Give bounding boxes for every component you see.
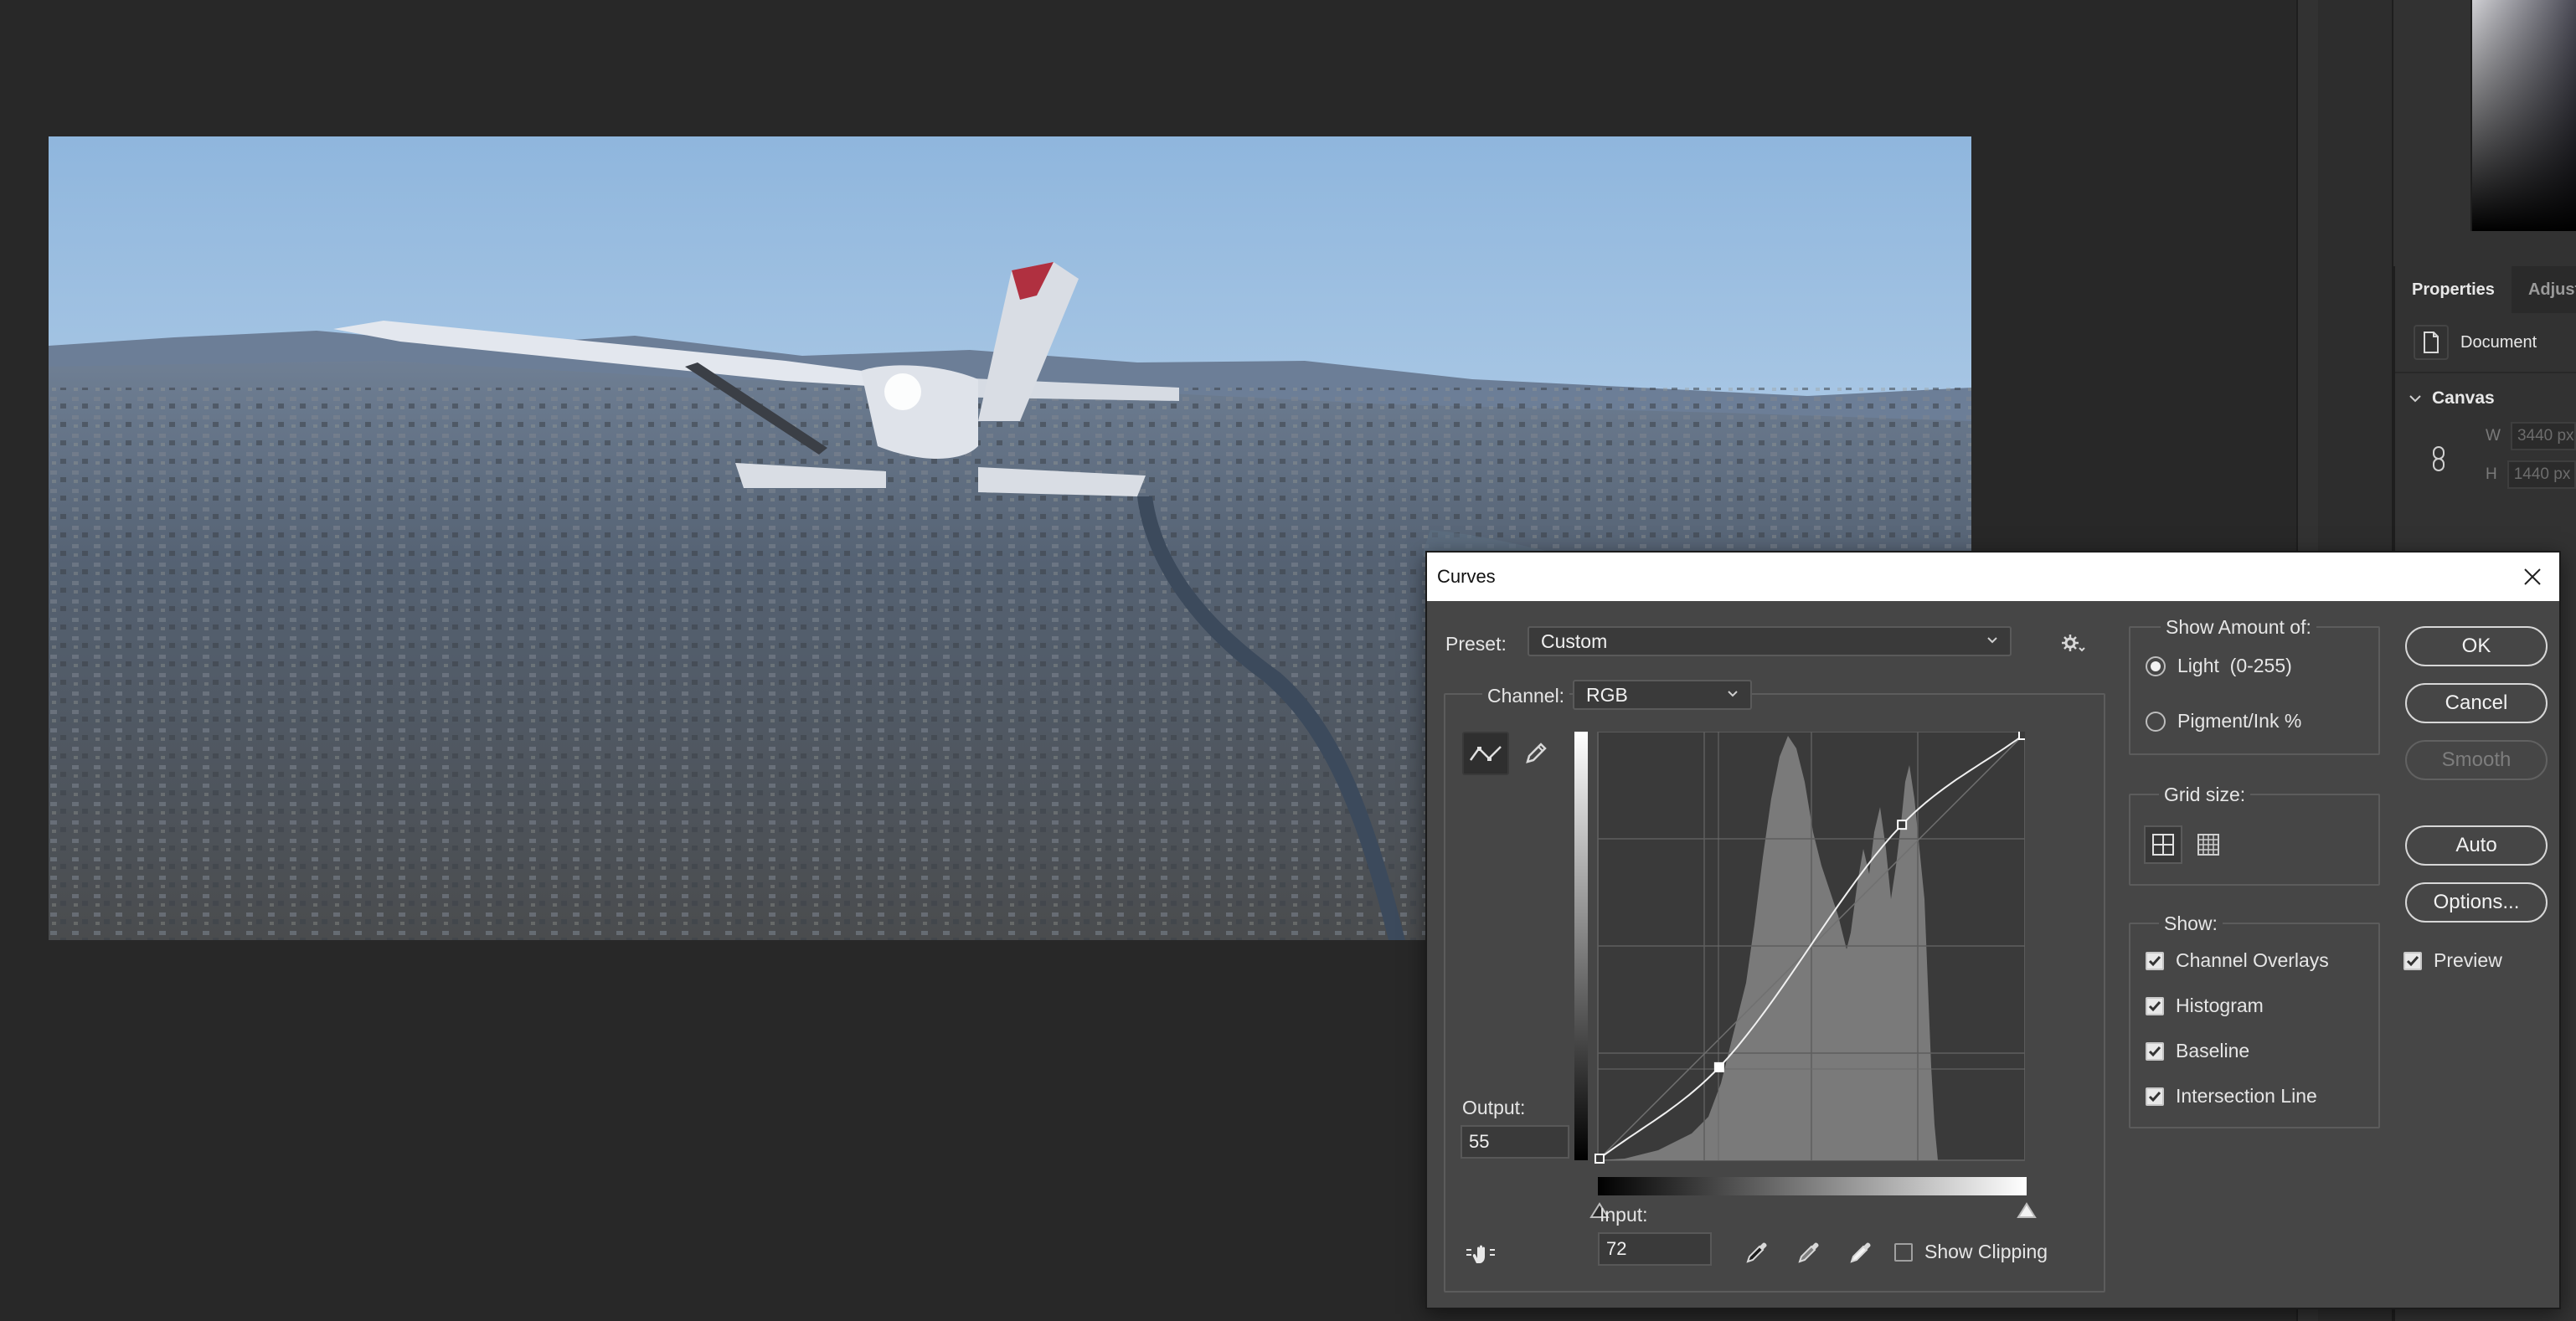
- hand-drag-icon: [1466, 1245, 1495, 1263]
- link-icon[interactable]: [2430, 445, 2447, 476]
- width-row: W 3440 px: [2395, 417, 2576, 455]
- gear-icon: [2062, 635, 2085, 652]
- close-icon: [2524, 568, 2541, 585]
- baseline-label: Baseline: [2176, 1040, 2250, 1061]
- channel-overlays-box[interactable]: [2146, 951, 2164, 970]
- close-button[interactable]: [2516, 560, 2549, 594]
- preset-label: Preset:: [1445, 633, 1507, 655]
- curve-tool-icon: [1469, 746, 1502, 761]
- channel-dropdown[interactable]: RGB: [1573, 680, 1752, 710]
- eyedropper-white-icon: [1850, 1242, 1871, 1263]
- height-input[interactable]: 1440 px: [2506, 460, 2576, 489]
- output-label: Output:: [1462, 1097, 1526, 1118]
- tab-properties[interactable]: Properties: [2395, 266, 2512, 313]
- cancel-button[interactable]: Cancel: [2405, 683, 2548, 723]
- height-row: H 1440 px: [2395, 455, 2576, 494]
- histogram-checkbox[interactable]: Histogram: [2146, 995, 2264, 1017]
- show-amount-group: [2129, 626, 2380, 755]
- auto-button[interactable]: Auto: [2405, 825, 2548, 866]
- document-row: Document: [2395, 313, 2576, 373]
- curve-control-point[interactable]: [1595, 1154, 1605, 1164]
- output-field[interactable]: 55: [1461, 1125, 1569, 1159]
- preview-checkbox[interactable]: Preview: [2403, 949, 2502, 972]
- options-button[interactable]: Options...: [2405, 882, 2548, 923]
- curve-control-point[interactable]: [2018, 732, 2025, 740]
- canvas-section-label: Canvas: [2432, 388, 2495, 408]
- output-gradient-bar: [1574, 732, 1588, 1160]
- white-point-eyedropper[interactable]: [1844, 1236, 1878, 1269]
- pigment-radio-label: Pigment/Ink %: [2177, 710, 2302, 732]
- canvas-section-header[interactable]: Canvas: [2395, 373, 2576, 417]
- white-point-slider[interactable]: [2017, 1202, 2037, 1219]
- document-label: Document: [2460, 332, 2537, 352]
- pencil-tool-button[interactable]: [1516, 732, 1556, 775]
- show-clipping-label: Show Clipping: [1924, 1241, 2048, 1262]
- dialog-titlebar[interactable]: Curves: [1427, 553, 2559, 601]
- preview-label: Preview: [2434, 949, 2502, 971]
- input-gradient-bar: [1598, 1177, 2027, 1195]
- width-input[interactable]: 3440 px: [2510, 422, 2576, 450]
- properties-tab-bar: Properties Adjustr: [2395, 266, 2576, 313]
- curve-control-point[interactable]: [1713, 1061, 1724, 1072]
- input-field[interactable]: 72: [1598, 1232, 1712, 1266]
- smooth-button[interactable]: Smooth: [2405, 740, 2548, 780]
- channel-overlays-label: Channel Overlays: [2176, 949, 2329, 971]
- chevron-down-icon: [1986, 634, 1998, 649]
- preview-box[interactable]: [2403, 951, 2422, 970]
- channel-label: Channel:: [1482, 685, 1570, 707]
- eyedropper-gray-icon: [1798, 1242, 1819, 1263]
- light-radio-label: Light (0-255): [2177, 655, 2292, 676]
- gray-point-eyedropper[interactable]: [1792, 1236, 1826, 1269]
- light-radio-dot[interactable]: [2146, 655, 2166, 676]
- chevron-down-icon: [1727, 687, 1739, 702]
- simple-grid-button[interactable]: [2144, 825, 2182, 864]
- targeted-adjustment-tool[interactable]: [1462, 1237, 1499, 1271]
- curve-control-point[interactable]: [1897, 820, 1908, 830]
- ok-button[interactable]: OK: [2405, 626, 2548, 666]
- tab-adjustments[interactable]: Adjustr: [2512, 266, 2576, 313]
- intersection-line-label: Intersection Line: [2176, 1085, 2317, 1107]
- input-label: Input:: [1600, 1204, 1648, 1226]
- pencil-icon: [1526, 743, 1547, 763]
- curves-dialog: Curves Preset: Custom Channel: RGB Outpu…: [1425, 551, 2561, 1309]
- channel-overlays-checkbox[interactable]: Channel Overlays: [2146, 949, 2329, 972]
- eyedropper-black-icon: [1746, 1242, 1767, 1263]
- baseline-checkbox[interactable]: Baseline: [2146, 1040, 2249, 1062]
- document-icon: [2414, 325, 2449, 360]
- pigment-radio-dot[interactable]: [2146, 711, 2166, 732]
- intersection-line-box[interactable]: [2146, 1087, 2164, 1106]
- detailed-grid-button[interactable]: [2189, 825, 2228, 864]
- preset-dropdown[interactable]: Custom: [1528, 626, 2012, 656]
- grid-16-icon: [2197, 834, 2219, 856]
- curves-graph[interactable]: [1574, 732, 2025, 1174]
- color-picker-field[interactable]: [2470, 0, 2576, 231]
- channel-value: RGB: [1586, 683, 1628, 706]
- intersection-line-checkbox[interactable]: Intersection Line: [2146, 1085, 2317, 1108]
- histogram-label: Histogram: [2176, 995, 2264, 1016]
- preset-options-button[interactable]: [2058, 628, 2089, 658]
- baseline-box[interactable]: [2146, 1041, 2164, 1061]
- grid-4-icon: [2152, 834, 2174, 856]
- black-point-eyedropper[interactable]: [1740, 1236, 1774, 1269]
- show-title: Show:: [2159, 912, 2223, 935]
- pigment-radio[interactable]: Pigment/Ink %: [2146, 710, 2301, 732]
- point-curve-tool-button[interactable]: [1462, 732, 1509, 775]
- dialog-title: Curves: [1437, 566, 1496, 587]
- preset-value: Custom: [1541, 630, 1608, 652]
- grid-size-title: Grid size:: [2159, 784, 2251, 806]
- height-label: H: [2486, 465, 2497, 483]
- chevron-down-icon[interactable]: [2409, 388, 2422, 409]
- show-amount-title: Show Amount of:: [2161, 616, 2316, 639]
- show-clipping-box[interactable]: [1894, 1242, 1913, 1262]
- light-radio[interactable]: Light (0-255): [2146, 655, 2292, 677]
- show-clipping-checkbox[interactable]: Show Clipping: [1894, 1241, 2048, 1263]
- histogram-box[interactable]: [2146, 996, 2164, 1015]
- width-label: W: [2486, 427, 2501, 445]
